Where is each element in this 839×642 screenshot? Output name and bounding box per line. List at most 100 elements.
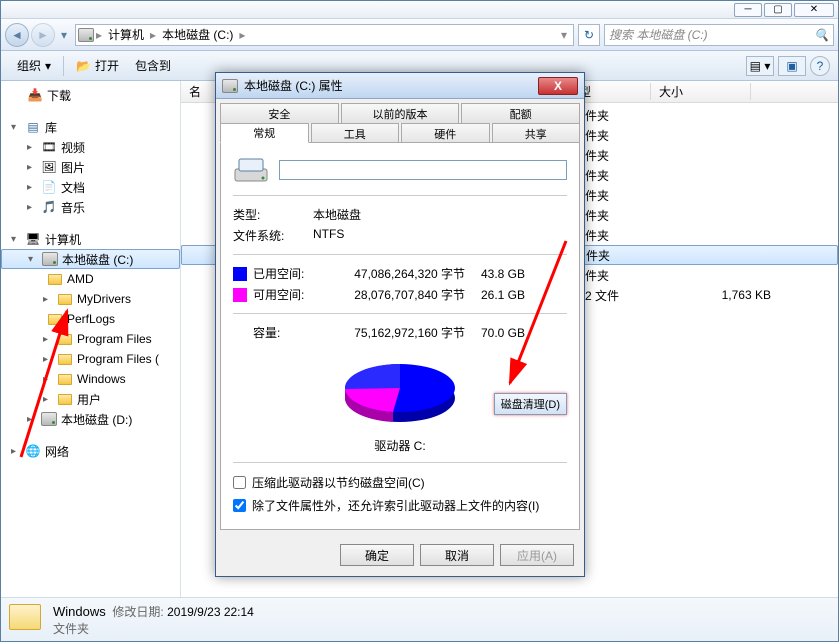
type-value: 本地磁盘 xyxy=(313,206,567,223)
downloads-icon: 📥 xyxy=(27,87,43,103)
help-button[interactable]: ? xyxy=(810,56,830,76)
drive-big-icon xyxy=(233,155,269,185)
folder-icon xyxy=(57,371,73,387)
forward-button[interactable]: ► xyxy=(31,23,55,47)
folder-icon xyxy=(47,271,63,287)
drive-icon xyxy=(41,411,57,427)
details-pane: Windows 修改日期: 2019/9/23 22:14 文件夹 xyxy=(1,597,838,641)
sidebar-item-windows[interactable]: ▸Windows xyxy=(1,369,180,389)
index-checkbox[interactable] xyxy=(233,499,246,512)
folder-icon xyxy=(57,391,73,407)
collapse-icon[interactable]: ▾ xyxy=(28,254,38,265)
free-bytes: 28,076,707,840 字节 xyxy=(325,286,465,303)
sidebar-item-c-drive[interactable]: ▾本地磁盘 (C:) xyxy=(1,249,180,269)
compress-label: 压缩此驱动器以节约磁盘空间(C) xyxy=(252,474,425,491)
compress-checkbox[interactable] xyxy=(233,476,246,489)
navigation-pane: 📥下载 ▾▤库 ▸🎞视频 ▸🖼图片 ▸📄文档 ▸🎵音乐 ▾🖥计算机 ▾本地磁盘 … xyxy=(1,81,181,597)
drive-icon xyxy=(222,78,238,94)
details-mod-date: 2019/9/23 22:14 xyxy=(167,605,254,619)
sidebar-item-computer[interactable]: ▾🖥计算机 xyxy=(1,229,180,249)
tab-tools[interactable]: 工具 xyxy=(311,123,400,143)
tab-general[interactable]: 常规 xyxy=(220,123,309,143)
close-button[interactable]: ✕ xyxy=(794,3,834,17)
sidebar-item-users[interactable]: ▸用户 xyxy=(1,389,180,409)
drive-name-input[interactable] xyxy=(279,160,567,180)
free-gb: 26.1 GB xyxy=(465,288,525,302)
search-placeholder: 搜索 本地磁盘 (C:) xyxy=(609,26,708,43)
chevron-right-icon[interactable]: ▸ xyxy=(94,28,104,42)
open-icon: 📂 xyxy=(76,59,91,73)
col-size-header[interactable]: 大小 xyxy=(651,83,751,100)
expand-icon[interactable]: ▾ xyxy=(11,234,21,245)
used-swatch xyxy=(233,267,247,281)
organize-button[interactable]: 组织 ▾ xyxy=(9,54,59,77)
chevron-right-icon[interactable]: ▸ xyxy=(148,28,158,42)
tab-hardware[interactable]: 硬件 xyxy=(401,123,490,143)
chevron-right-icon[interactable]: ▸ xyxy=(237,28,247,42)
network-icon: 🌐 xyxy=(25,443,41,459)
sidebar-item-music[interactable]: ▸🎵音乐 xyxy=(1,197,180,217)
capacity-gb: 70.0 GB xyxy=(465,326,525,340)
close-button[interactable]: X xyxy=(538,77,578,95)
window-titlebar: ─ ▢ ✕ xyxy=(1,1,838,19)
selected-item-icon xyxy=(9,604,41,636)
include-button[interactable]: 包含到 xyxy=(127,54,179,77)
tab-previous-versions[interactable]: 以前的版本 xyxy=(341,103,460,123)
folder-icon xyxy=(57,331,73,347)
free-swatch xyxy=(233,288,247,302)
breadcrumb-dropdown-icon[interactable]: ▾ xyxy=(557,28,571,42)
sidebar-item-documents[interactable]: ▸📄文档 xyxy=(1,177,180,197)
dialog-titlebar[interactable]: 本地磁盘 (C:) 属性 X xyxy=(216,73,584,99)
view-mode-button[interactable]: ▤ ▾ xyxy=(746,56,774,76)
sidebar-item-libraries[interactable]: ▾▤库 xyxy=(1,117,180,137)
tab-general-content: 类型:本地磁盘 文件系统:NTFS 已用空间: 47,086,264,320 字… xyxy=(220,142,580,530)
preview-pane-button[interactable]: ▣ xyxy=(778,56,806,76)
sidebar-item-mydrivers[interactable]: ▸MyDrivers xyxy=(1,289,180,309)
tab-row-bottom: 常规 工具 硬件 共享 xyxy=(220,123,580,143)
tab-row-top: 安全 以前的版本 配额 xyxy=(220,103,580,123)
sidebar-item-perflogs[interactable]: PerfLogs xyxy=(1,309,180,329)
tab-security[interactable]: 安全 xyxy=(220,103,339,123)
sidebar-item-pictures[interactable]: ▸🖼图片 xyxy=(1,157,180,177)
folder-icon xyxy=(57,291,73,307)
sidebar-item-amd[interactable]: AMD xyxy=(1,269,180,289)
capacity-label: 容量: xyxy=(253,324,325,341)
tab-sharing[interactable]: 共享 xyxy=(492,123,581,143)
details-mod-label: 修改日期: xyxy=(112,605,163,619)
refresh-button[interactable]: ↻ xyxy=(578,24,600,46)
maximize-button[interactable]: ▢ xyxy=(764,3,792,17)
breadcrumb-current[interactable]: 本地磁盘 (C:) xyxy=(158,26,237,43)
folder-icon xyxy=(57,351,73,367)
nav-bar: ◄ ► ▾ ▸ 计算机 ▸ 本地磁盘 (C:) ▸ ▾ ↻ 搜索 本地磁盘 (C… xyxy=(1,19,838,51)
sidebar-item-network[interactable]: ▸🌐网络 xyxy=(1,441,180,461)
video-icon: 🎞 xyxy=(41,139,57,155)
used-gb: 43.8 GB xyxy=(465,267,525,281)
sidebar-item-progfiles[interactable]: ▸Program Files xyxy=(1,329,180,349)
disk-cleanup-button[interactable]: 磁盘清理(D) xyxy=(494,393,567,415)
index-label: 除了文件属性外，还允许索引此驱动器上文件的内容(I) xyxy=(252,497,539,514)
sidebar-item-videos[interactable]: ▸🎞视频 xyxy=(1,137,180,157)
expand-icon[interactable]: ▾ xyxy=(11,122,21,133)
properties-dialog: 本地磁盘 (C:) 属性 X 安全 以前的版本 配额 常规 工具 硬件 共享 类… xyxy=(215,72,585,577)
search-input[interactable]: 搜索 本地磁盘 (C:) 🔍 xyxy=(604,24,834,46)
breadcrumb[interactable]: ▸ 计算机 ▸ 本地磁盘 (C:) ▸ ▾ xyxy=(75,24,574,46)
details-name: Windows xyxy=(53,604,106,619)
cancel-button[interactable]: 取消 xyxy=(420,544,494,566)
minimize-button[interactable]: ─ xyxy=(734,3,762,17)
used-bytes: 47,086,264,320 字节 xyxy=(325,265,465,282)
free-label: 可用空间: xyxy=(253,286,325,303)
back-button[interactable]: ◄ xyxy=(5,23,29,47)
sidebar-item-progfilesx[interactable]: ▸Program Files ( xyxy=(1,349,180,369)
open-button[interactable]: 📂 打开 xyxy=(68,54,127,77)
apply-button[interactable]: 应用(A) xyxy=(500,544,574,566)
sidebar-item-downloads[interactable]: 📥下载 xyxy=(1,85,180,105)
pie-caption: 驱动器 C: xyxy=(233,437,567,454)
sidebar-item-d-drive[interactable]: ▸本地磁盘 (D:) xyxy=(1,409,180,429)
ok-button[interactable]: 确定 xyxy=(340,544,414,566)
tab-quota[interactable]: 配额 xyxy=(461,103,580,123)
pictures-icon: 🖼 xyxy=(41,159,57,175)
history-dropdown-icon[interactable]: ▾ xyxy=(57,25,71,45)
breadcrumb-computer[interactable]: 计算机 xyxy=(104,26,148,43)
library-icon: ▤ xyxy=(25,119,41,135)
dialog-title-text: 本地磁盘 (C:) 属性 xyxy=(244,77,343,94)
